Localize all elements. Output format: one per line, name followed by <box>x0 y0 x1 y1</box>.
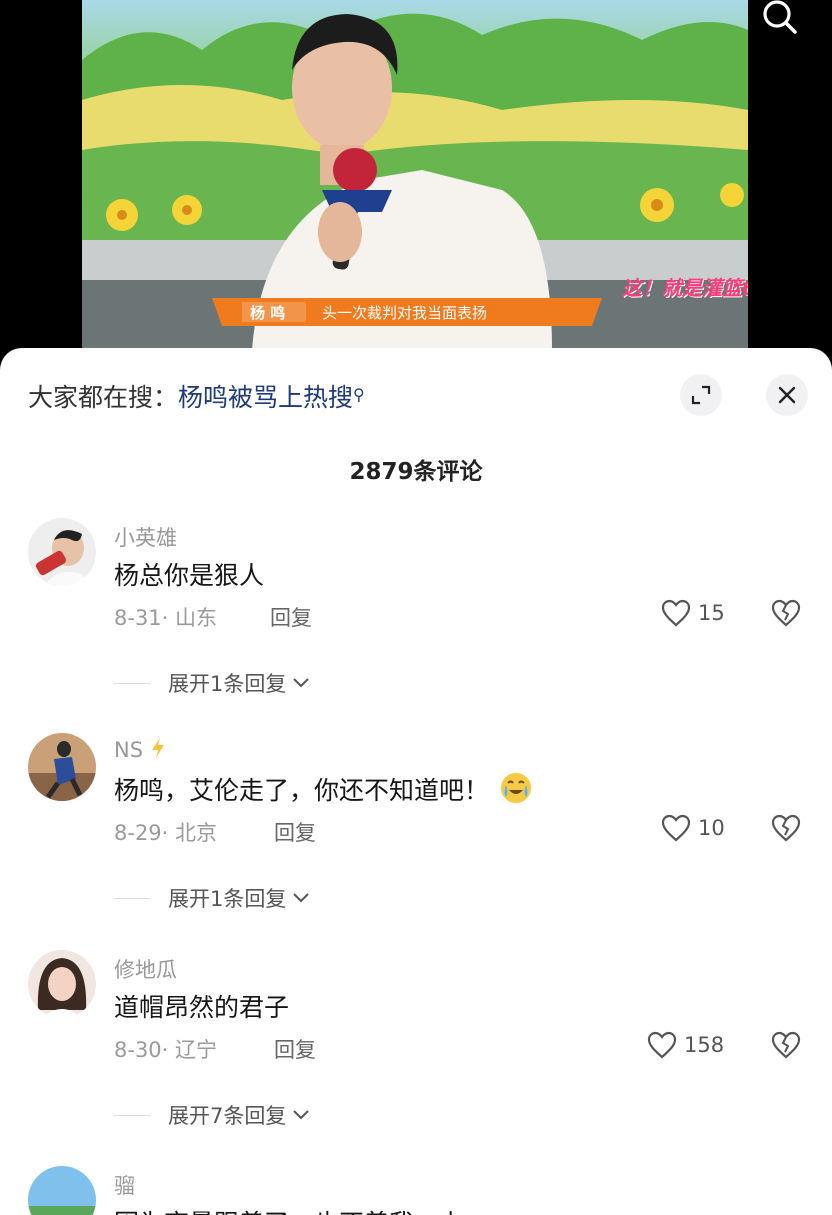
divider-line <box>114 897 150 899</box>
close-icon <box>778 386 796 404</box>
reply-button[interactable]: 回复 <box>270 602 312 632</box>
comment-text: 道帽昂然的君子 <box>114 993 290 1022</box>
chevron-down-icon <box>293 1110 310 1120</box>
heart-icon <box>661 814 691 842</box>
comment-item: 修地瓜 道帽昂然的君子 8-30· 辽宁 回复 158 展开7条回复 <box>0 950 832 1160</box>
chevron-down-icon <box>293 893 310 903</box>
chevron-down-icon <box>293 678 310 688</box>
close-button[interactable] <box>766 374 808 416</box>
crying-laugh-emoji-icon <box>501 773 532 803</box>
like-count: 15 <box>698 601 725 625</box>
heart-icon <box>661 599 691 627</box>
comment-username[interactable]: 小英雄 <box>114 522 177 552</box>
username-text: NS <box>114 738 144 762</box>
comment-username[interactable]: NS <box>114 737 167 762</box>
search-icon <box>763 0 797 34</box>
comment-meta: 8-29· 北京 <box>114 821 218 845</box>
expand-replies-label: 展开1条回复 <box>168 887 287 911</box>
expand-replies-label: 展开7条回复 <box>168 1104 287 1128</box>
reply-button[interactable]: 回复 <box>274 1034 316 1064</box>
avatar[interactable] <box>28 1166 96 1215</box>
comment-meta: 8-30· 辽宁 <box>114 1038 218 1062</box>
comment-meta: 8-31· 山东 <box>114 606 218 630</box>
expand-replies[interactable]: 展开7条回复 <box>114 1100 310 1130</box>
caption-name: 杨 鸣 <box>250 304 286 322</box>
broken-heart-icon <box>771 814 801 842</box>
expand-replies[interactable]: 展开1条回复 <box>114 883 310 913</box>
dislike-button[interactable] <box>770 1030 802 1064</box>
comment-item: NS 杨鸣，艾伦走了，你还不知道吧！ 8-29· 北京 回复 10 展开1条回复 <box>0 733 832 943</box>
dislike-button[interactable] <box>770 598 802 632</box>
show-logo: 这！就是灌篮6 <box>622 276 748 300</box>
comment-username[interactable]: 骝 <box>114 1170 135 1200</box>
comment-count: 2879条评论 <box>349 459 483 485</box>
comment-text: 因为商量跟着了，也不着我。上 <box>114 1204 464 1215</box>
comment-text: 杨鸣，艾伦走了，你还不知道吧！ <box>114 771 533 807</box>
video-frame[interactable]: 杨 鸣 头一次裁判对我当面表扬 这！就是灌篮6 <box>82 0 748 350</box>
search-small-icon: ⚲ <box>353 385 365 404</box>
expand-button[interactable] <box>680 374 722 416</box>
comment-text-body: 杨鸣，艾伦走了，你还不知道吧！ <box>114 776 490 805</box>
trending-prefix: 大家都在搜： <box>28 383 179 412</box>
expand-replies[interactable]: 展开1条回复 <box>114 668 310 698</box>
avatar[interactable] <box>28 518 96 586</box>
expand-replies-label: 展开1条回复 <box>168 672 287 696</box>
comment-text: 杨总你是狠人 <box>114 561 265 590</box>
comment-username[interactable]: 修地瓜 <box>114 954 177 984</box>
comment-sheet: 大家都在搜：杨鸣被骂上热搜⚲ 2879条评论 小英雄 杨总你是狠人 8-31· … <box>0 348 832 1215</box>
expand-icon <box>691 385 711 405</box>
reply-button[interactable]: 回复 <box>274 817 316 847</box>
dislike-button[interactable] <box>770 813 802 847</box>
trending-search[interactable]: 大家都在搜：杨鸣被骂上热搜⚲ <box>28 378 365 414</box>
like-button[interactable]: 15 <box>660 598 725 628</box>
divider-line <box>114 682 150 684</box>
trending-keyword[interactable]: 杨鸣被骂上热搜 <box>178 383 353 412</box>
broken-heart-icon <box>771 599 801 627</box>
search-button[interactable] <box>756 0 804 40</box>
avatar[interactable] <box>28 733 96 801</box>
avatar[interactable] <box>28 950 96 1018</box>
like-button[interactable]: 158 <box>646 1030 724 1060</box>
comment-item: 骝 因为商量跟着了，也不着我。上 <box>0 1166 832 1215</box>
like-count: 158 <box>684 1033 725 1057</box>
sheet-topbar: 大家都在搜：杨鸣被骂上热搜⚲ <box>0 348 832 448</box>
heart-icon <box>647 1031 677 1059</box>
broken-heart-icon <box>771 1031 801 1059</box>
caption-text: 头一次裁判对我当面表扬 <box>322 304 488 322</box>
lightning-badge-icon <box>152 738 165 758</box>
like-button[interactable]: 10 <box>660 813 725 843</box>
divider-line <box>114 1114 150 1116</box>
comment-item: 小英雄 杨总你是狠人 8-31· 山东 回复 15 展开1条回复 <box>0 518 832 728</box>
video-player[interactable]: 杨 鸣 头一次裁判对我当面表扬 这！就是灌篮6 <box>0 0 832 360</box>
like-count: 10 <box>698 816 725 840</box>
